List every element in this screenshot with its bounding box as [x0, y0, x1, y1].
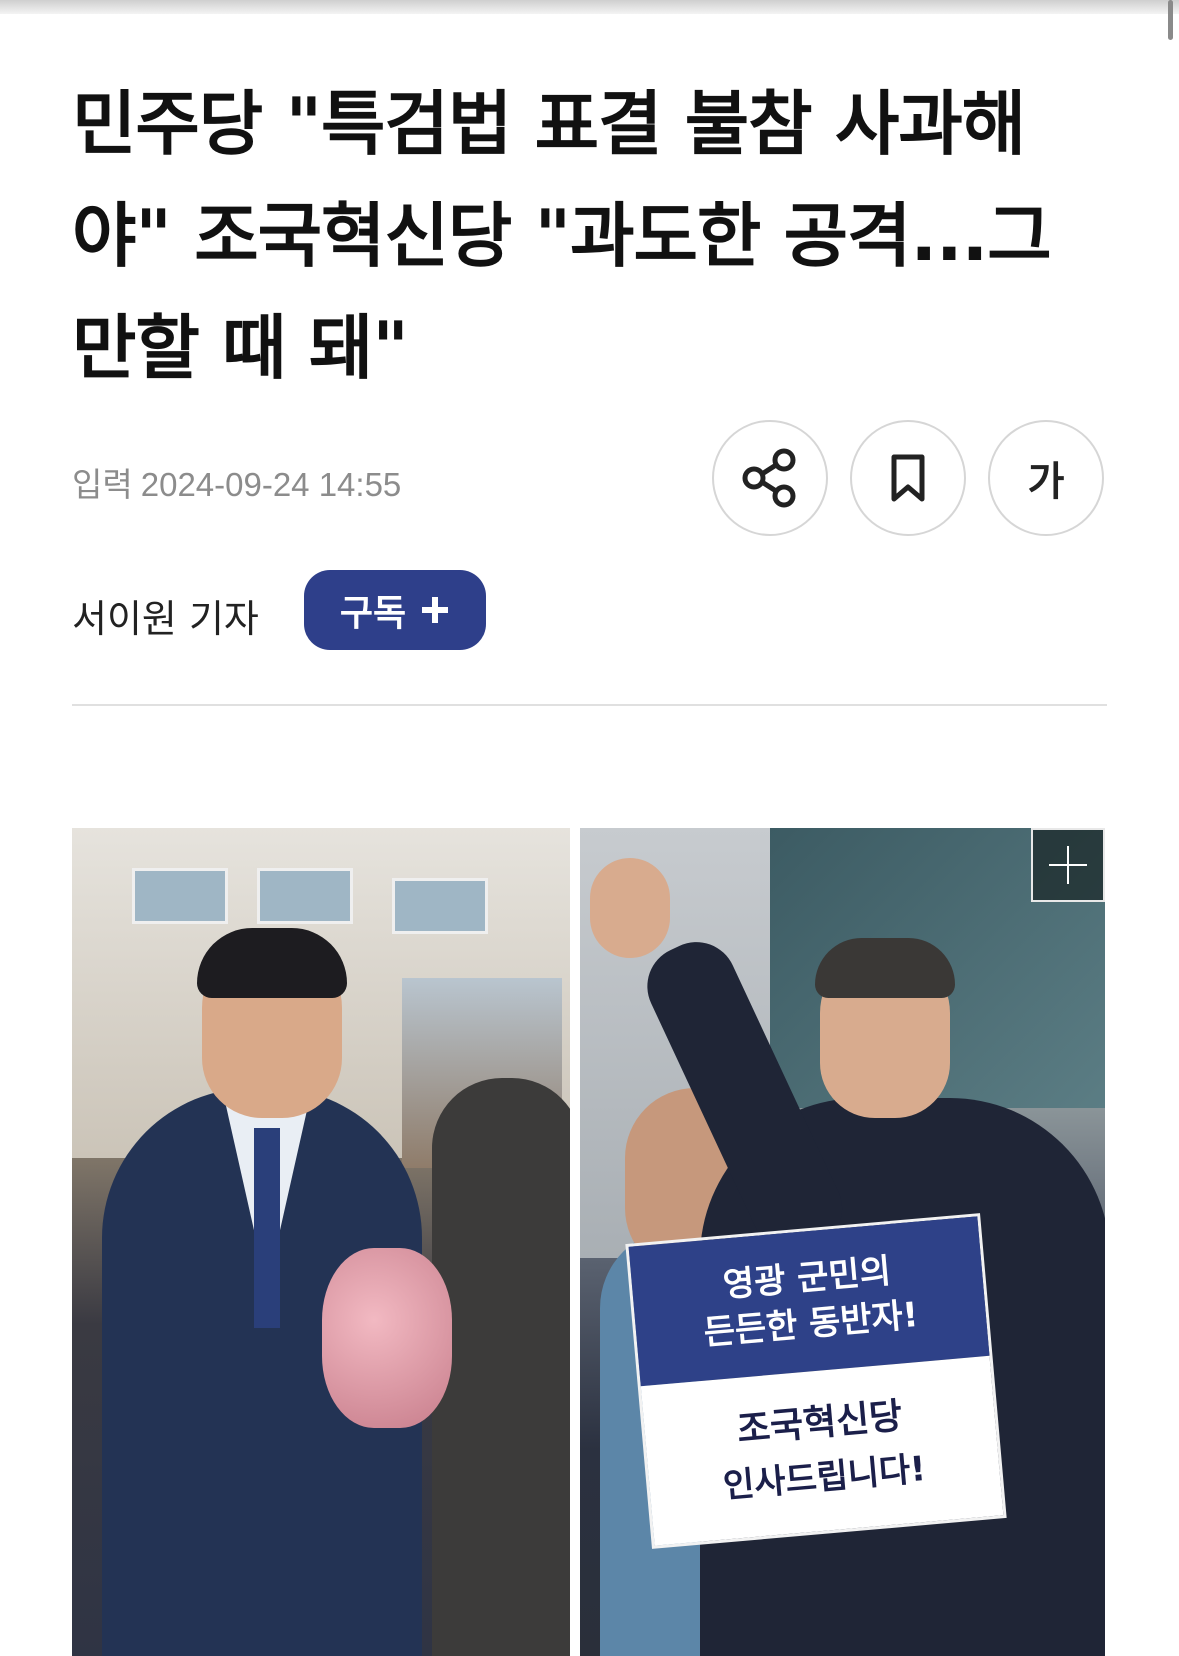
photo-person: [432, 1078, 570, 1656]
photo-detail: [815, 938, 955, 998]
expand-photo-button[interactable]: [1031, 828, 1105, 902]
published-time: 2024-09-24 14:55: [140, 466, 402, 503]
article-page: 민주당 "특검법 표결 불참 사과해야" 조국혁신당 "과도한 공격...그만할…: [0, 0, 1179, 1656]
top-edge: [0, 0, 1179, 14]
meta-row: 입력 2024-09-24 14:55 가: [72, 420, 1112, 570]
photo-detail: [197, 928, 347, 998]
article-title: 민주당 "특검법 표결 불참 사과해야" 조국혁신당 "과도한 공격...그만할…: [72, 83, 1052, 389]
photo-detail: [590, 858, 670, 958]
plus-icon: [422, 597, 449, 623]
placard-bottom: 조국혁신당 인사드립니다!: [640, 1355, 1004, 1546]
bookmark-icon: [891, 454, 925, 502]
scrollbar[interactable]: [1168, 0, 1173, 40]
photo-detail: [392, 878, 488, 934]
article-photo-left[interactable]: [72, 828, 570, 1656]
divider: [72, 704, 1107, 706]
bookmark-button[interactable]: [850, 420, 966, 536]
reporter-name[interactable]: 서이원 기자: [72, 588, 259, 643]
share-icon: [742, 448, 796, 508]
share-button[interactable]: [712, 420, 828, 536]
font-size-button[interactable]: 가: [988, 420, 1104, 536]
subscribe-label: 구독: [339, 593, 407, 634]
photo-detail: [132, 868, 228, 924]
byline-row: 서이원 기자 구독: [72, 570, 1112, 652]
photo-detail: [254, 1128, 280, 1328]
published-label: 입력: [72, 466, 133, 503]
article-photo-right[interactable]: 영광 군민의 든든한 동반자! 조국혁신당 인사드립니다!: [580, 828, 1105, 1656]
photo-placard: 영광 군민의 든든한 동반자! 조국혁신당 인사드립니다!: [625, 1213, 1007, 1549]
subscribe-button[interactable]: 구독: [304, 570, 486, 650]
font-size-label: 가: [1027, 459, 1065, 505]
photo-detail: [322, 1248, 452, 1428]
published-info: 입력 2024-09-24 14:55: [72, 458, 401, 506]
photo-detail: [257, 868, 353, 924]
photo-gap: [570, 828, 580, 1656]
plus-icon: [1049, 846, 1087, 884]
